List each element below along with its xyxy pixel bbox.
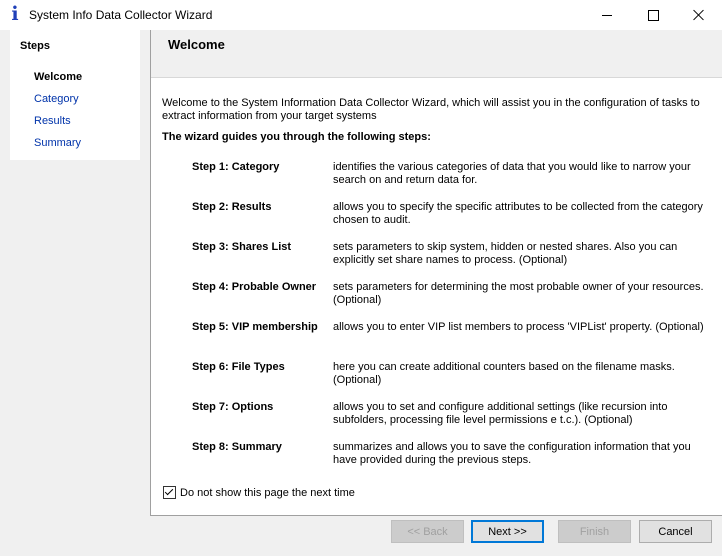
step-name: Step 5: VIP membership — [192, 321, 318, 333]
step-desc: allows you to enter VIP list members to … — [333, 321, 704, 333]
cancel-button[interactable]: Cancel — [639, 520, 712, 543]
content-panel: Welcome Welcome to the System Informatio… — [150, 30, 722, 516]
title-bar: i System Info Data Collector Wizard — [0, 0, 722, 30]
dont-show-label[interactable]: Do not show this page the next time — [180, 487, 355, 499]
step-desc: allows you to set and configure addition… — [333, 401, 668, 426]
dont-show-checkbox[interactable] — [163, 486, 176, 499]
info-icon: i — [11, 3, 19, 25]
step-desc: summarizes and allows you to save the co… — [333, 441, 691, 466]
maximize-icon — [647, 9, 659, 21]
minimize-icon — [602, 14, 612, 16]
step-desc: identifies the various categories of dat… — [333, 161, 691, 186]
step-desc: here you can create additional counters … — [333, 361, 675, 386]
step-name: Step 4: Probable Owner — [192, 281, 317, 293]
minimize-button[interactable] — [584, 0, 630, 30]
step-name: Step 8: Summary — [192, 441, 282, 453]
next-button[interactable]: Next >> — [471, 520, 544, 543]
step-name: Step 6: File Types — [192, 361, 285, 373]
step-name: Step 7: Options — [192, 401, 274, 413]
header-band: Welcome — [151, 30, 722, 78]
close-button[interactable] — [676, 0, 722, 30]
guide-heading: The wizard guides you through the follow… — [162, 131, 431, 143]
step-desc: sets parameters to skip system, hidden o… — [333, 241, 678, 266]
window-title: System Info Data Collector Wizard — [29, 8, 213, 22]
steps-title: Steps — [20, 40, 50, 52]
step-desc: allows you to specify the specific attri… — [333, 201, 703, 226]
sidebar-item-summary[interactable]: Summary — [34, 137, 81, 149]
step-name: Step 1: Category — [192, 161, 280, 173]
step-desc: sets parameters for determining the most… — [333, 281, 704, 306]
sidebar-item-results[interactable]: Results — [34, 115, 71, 127]
intro-text: Welcome to the System Information Data C… — [162, 97, 700, 122]
dont-show-checkbox-row[interactable]: Do not show this page the next time — [163, 486, 355, 499]
sidebar-item-category[interactable]: Category — [34, 93, 79, 105]
page-title: Welcome — [168, 37, 225, 52]
sidebar-item-welcome[interactable]: Welcome — [34, 71, 82, 83]
back-button[interactable]: << Back — [391, 520, 464, 543]
finish-button[interactable]: Finish — [558, 520, 631, 543]
step-name: Step 3: Shares List — [192, 241, 292, 253]
maximize-button[interactable] — [630, 0, 676, 30]
step-name: Step 2: Results — [192, 201, 272, 213]
close-icon — [693, 9, 705, 21]
